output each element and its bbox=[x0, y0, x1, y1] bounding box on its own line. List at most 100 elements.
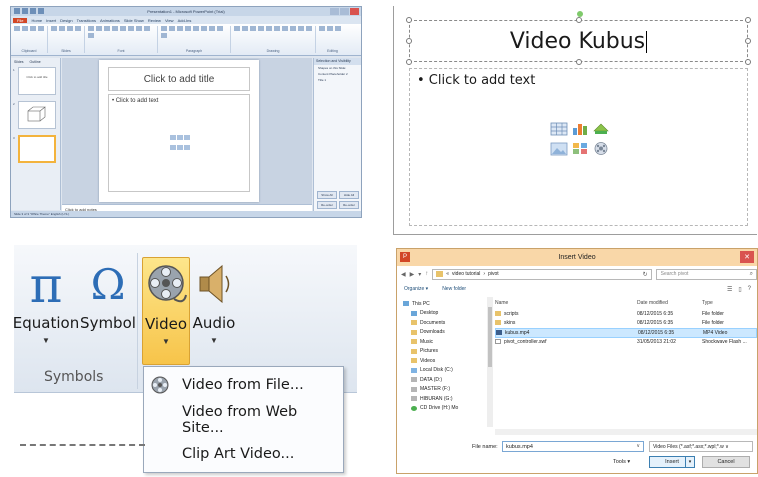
resize-handle[interactable] bbox=[406, 17, 412, 23]
chevron-down-icon[interactable]: ▾ bbox=[685, 457, 694, 467]
view-options-icon[interactable]: ☰ bbox=[727, 286, 732, 293]
insert-smartart-icon[interactable] bbox=[592, 121, 610, 136]
video-button[interactable]: Video ▼ bbox=[142, 257, 190, 365]
nav-item-documents[interactable]: Documents bbox=[403, 318, 488, 328]
hide-all-button[interactable]: Hide All bbox=[339, 191, 359, 199]
nav-item-cd-drive-h[interactable]: CD Drive (H:) Mo bbox=[403, 404, 488, 414]
tab-review[interactable]: Review bbox=[148, 18, 161, 23]
file-name-input[interactable]: kubus.mp4 ∨ bbox=[502, 441, 644, 452]
cancel-button[interactable]: Cancel bbox=[702, 456, 750, 468]
slide-thumbnail-2[interactable] bbox=[18, 101, 56, 129]
nav-item-this-pc[interactable]: This PC bbox=[403, 299, 488, 309]
content-placeholder[interactable]: • Click to add text bbox=[409, 68, 748, 226]
insert-button[interactable]: Insert ▾ bbox=[649, 456, 695, 468]
column-date-modified[interactable]: Date modified bbox=[637, 300, 668, 306]
column-name[interactable]: Name bbox=[495, 300, 508, 306]
quick-access-toolbar[interactable] bbox=[14, 8, 44, 14]
show-all-button[interactable]: Show All bbox=[317, 191, 337, 199]
tab-add-ins[interactable]: Add-Ins bbox=[178, 18, 192, 23]
group-drawing[interactable]: Drawing bbox=[234, 26, 316, 53]
group-clipboard[interactable]: Clipboard bbox=[14, 26, 48, 53]
insert-chart-icon[interactable] bbox=[571, 121, 589, 136]
group-slides[interactable]: Slides bbox=[51, 26, 85, 53]
nav-item-desktop[interactable]: Desktop bbox=[403, 309, 488, 319]
window-controls[interactable] bbox=[330, 8, 359, 15]
file-row[interactable]: pivot_controller.swf 31/05/2013 21:02 Sh… bbox=[495, 338, 757, 348]
minimize-icon[interactable] bbox=[330, 8, 339, 15]
organize-button[interactable]: Organize ▾ bbox=[404, 286, 428, 292]
chevron-down-icon[interactable]: ∨ bbox=[636, 443, 640, 449]
tab-outline[interactable]: Outline bbox=[30, 60, 41, 64]
tab-slide-show[interactable]: Slide Show bbox=[124, 18, 144, 23]
address-bar[interactable]: « video tutorial › pivot ↻ bbox=[432, 268, 652, 280]
tab-home[interactable]: Home bbox=[31, 18, 42, 23]
resize-handle[interactable] bbox=[745, 17, 751, 23]
title-textbox[interactable]: Video Kubus bbox=[406, 11, 751, 65]
group-font[interactable]: Font bbox=[88, 26, 158, 53]
nav-item-local-disk-c[interactable]: Local Disk (C:) bbox=[403, 366, 488, 376]
nav-item-pictures[interactable]: Pictures bbox=[403, 347, 488, 357]
slide-thumbnail-3[interactable] bbox=[18, 135, 56, 163]
selection-item[interactable]: Title 1 bbox=[314, 77, 361, 83]
breadcrumb-pivot[interactable]: pivot bbox=[488, 271, 499, 277]
new-folder-button[interactable]: New folder bbox=[442, 286, 466, 292]
insert-picture-icon[interactable] bbox=[550, 141, 568, 156]
nav-item-master-f[interactable]: MASTER (F:) bbox=[403, 385, 488, 395]
tab-slides[interactable]: Slides bbox=[14, 60, 24, 64]
file-row-selected[interactable]: kubus.mp4 08/12/2015 6:35 MP4 Video bbox=[495, 328, 757, 338]
tab-view[interactable]: View bbox=[165, 18, 174, 23]
menu-item-video-from-file[interactable]: Video from File... bbox=[144, 369, 343, 401]
tab-transitions[interactable]: Transitions bbox=[77, 18, 96, 23]
tab-insert[interactable]: Insert bbox=[46, 18, 56, 23]
file-list-scrollbar[interactable] bbox=[495, 429, 757, 435]
insert-table-icon[interactable] bbox=[550, 121, 568, 136]
preview-pane-icon[interactable]: ▯ bbox=[738, 286, 741, 293]
breadcrumb-video-tutorial[interactable]: video tutorial bbox=[452, 271, 480, 277]
resize-handle[interactable] bbox=[576, 59, 582, 65]
file-row[interactable]: skins 08/12/2015 6:35 File folder bbox=[495, 319, 757, 329]
close-icon[interactable]: ✕ bbox=[740, 251, 754, 263]
symbol-button[interactable]: Ω Symbol bbox=[78, 257, 138, 367]
breadcrumb-overflow[interactable]: « bbox=[446, 271, 449, 277]
title-placeholder[interactable]: Click to add title bbox=[108, 67, 250, 91]
menu-item-video-from-web-site[interactable]: Video from Web Site... bbox=[144, 404, 343, 436]
file-type-select[interactable]: Video Files (*.asf;*.asx;*.wpl;*.w ∨ bbox=[649, 441, 753, 452]
scrollbar-thumb[interactable] bbox=[488, 307, 492, 367]
reorder-button[interactable]: Re-order bbox=[317, 201, 337, 209]
resize-handle[interactable] bbox=[406, 59, 412, 65]
forward-icon[interactable]: ▶ bbox=[410, 271, 415, 278]
refresh-icon[interactable]: ↻ bbox=[643, 271, 648, 278]
insert-clip-art-icon[interactable] bbox=[571, 141, 589, 156]
equation-button[interactable]: π Equation ▼ bbox=[14, 256, 79, 367]
insert-media-icon[interactable] bbox=[592, 141, 610, 156]
reorder-button[interactable]: Re-order bbox=[339, 201, 359, 209]
chevron-down-icon[interactable]: ▾ bbox=[418, 271, 421, 278]
help-icon[interactable]: ? bbox=[748, 286, 751, 293]
group-paragraph[interactable]: Paragraph bbox=[161, 26, 231, 53]
maximize-icon[interactable] bbox=[340, 8, 349, 15]
group-editing[interactable]: Editing bbox=[319, 26, 349, 53]
nav-item-downloads[interactable]: Downloads bbox=[403, 328, 488, 338]
column-type[interactable]: Type bbox=[702, 300, 713, 306]
tab-design[interactable]: Design bbox=[60, 18, 72, 23]
slide-thumbnail-1[interactable]: Click to add title bbox=[18, 67, 56, 95]
search-input[interactable]: Search pivot ⌕ bbox=[655, 268, 757, 280]
tab-animations[interactable]: Animations bbox=[100, 18, 120, 23]
nav-item-videos[interactable]: Videos bbox=[403, 356, 488, 366]
audio-button[interactable]: Audio ▼ bbox=[192, 257, 236, 367]
menu-item-clip-art-video[interactable]: Clip Art Video... bbox=[144, 438, 343, 470]
nav-item-hiburan-g[interactable]: HIBURAN (G:) bbox=[403, 394, 488, 404]
tab-file[interactable]: File bbox=[13, 17, 28, 23]
close-icon[interactable] bbox=[350, 8, 359, 15]
nav-item-music[interactable]: Music bbox=[403, 337, 488, 347]
content-placeholder[interactable]: • Click to add text bbox=[108, 94, 250, 192]
back-icon[interactable]: ◀ bbox=[401, 271, 406, 278]
file-row[interactable]: scripts 08/12/2015 6:35 File folder bbox=[495, 309, 757, 319]
resize-handle[interactable] bbox=[576, 17, 582, 23]
up-icon[interactable]: ↑ bbox=[425, 271, 428, 277]
nav-scrollbar[interactable] bbox=[487, 297, 493, 427]
tools-button[interactable]: Tools ▾ bbox=[613, 459, 630, 465]
slide-canvas[interactable]: Click to add title • Click to add text bbox=[99, 60, 259, 202]
resize-handle[interactable] bbox=[745, 38, 751, 44]
nav-item-data-d[interactable]: DATA (D:) bbox=[403, 375, 488, 385]
